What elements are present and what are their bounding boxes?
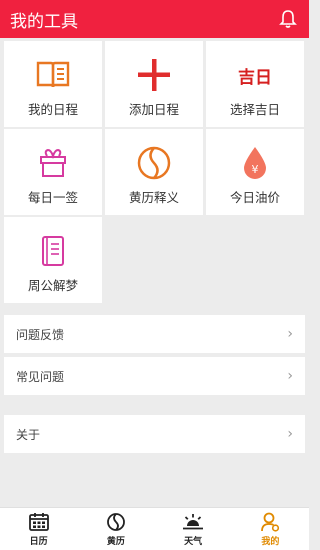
list-item-label: 问题反馈 (16, 327, 65, 342)
book-icon (33, 55, 73, 95)
tool-label: 今日油价 (229, 190, 280, 205)
sunrise-icon (182, 512, 204, 532)
tab-label: 天气 (184, 536, 203, 547)
list-item-faq[interactable]: 常见问题 › (4, 357, 305, 395)
app-header: 我的工具 (0, 0, 309, 38)
tool-choose-lucky-day[interactable]: 吉日 选择吉日 (206, 41, 304, 127)
list-item-feedback[interactable]: 问题反馈 › (4, 315, 305, 353)
tool-my-schedule[interactable]: 我的日程 (4, 41, 102, 127)
tab-label: 日历 (29, 536, 48, 547)
person-icon (259, 512, 281, 532)
tool-dream-interpretation[interactable]: 周公解梦 (4, 217, 102, 303)
tab-almanac[interactable]: 黄历 (77, 508, 154, 550)
tab-weather[interactable]: 天气 (155, 508, 232, 550)
tab-label: 我的 (261, 536, 280, 547)
chevron-right-icon: › (287, 368, 293, 384)
yinyang-icon (134, 143, 174, 183)
tool-label: 我的日程 (27, 102, 78, 117)
tool-label: 添加日程 (128, 102, 179, 117)
tool-almanac-meaning[interactable]: 黄历释义 (105, 129, 203, 215)
tool-label: 黄历释义 (128, 190, 179, 205)
gift-icon (33, 143, 73, 183)
yinyang-icon (105, 512, 127, 532)
tool-add-schedule[interactable]: 添加日程 (105, 41, 203, 127)
tool-oil-price[interactable]: ¥ 今日油价 (206, 129, 304, 215)
list-item-about[interactable]: 关于 › (4, 415, 305, 453)
tab-mine[interactable]: 我的 (232, 508, 309, 550)
tab-calendar[interactable]: 日历 (0, 508, 77, 550)
plus-icon (134, 55, 174, 95)
page-title: 我的工具 (10, 11, 78, 32)
oil-drop-icon: ¥ (235, 143, 275, 183)
dream-book-icon (33, 231, 73, 271)
chevron-right-icon: › (287, 326, 293, 342)
jiri-icon: 吉日 (238, 67, 272, 88)
tool-label: 每日一签 (27, 190, 78, 205)
bottom-tab-bar: 日历 黄历 天气 我的 (0, 507, 309, 550)
tab-label: 黄历 (106, 536, 125, 547)
tool-label: 周公解梦 (27, 278, 78, 293)
tool-label: 选择吉日 (229, 102, 280, 117)
tool-daily-lot[interactable]: 每日一签 (4, 129, 102, 215)
calendar-icon (28, 512, 50, 532)
chevron-right-icon: › (287, 426, 293, 442)
list-item-label: 常见问题 (16, 369, 65, 384)
list-item-label: 关于 (16, 427, 41, 442)
bell-icon[interactable] (277, 8, 299, 30)
